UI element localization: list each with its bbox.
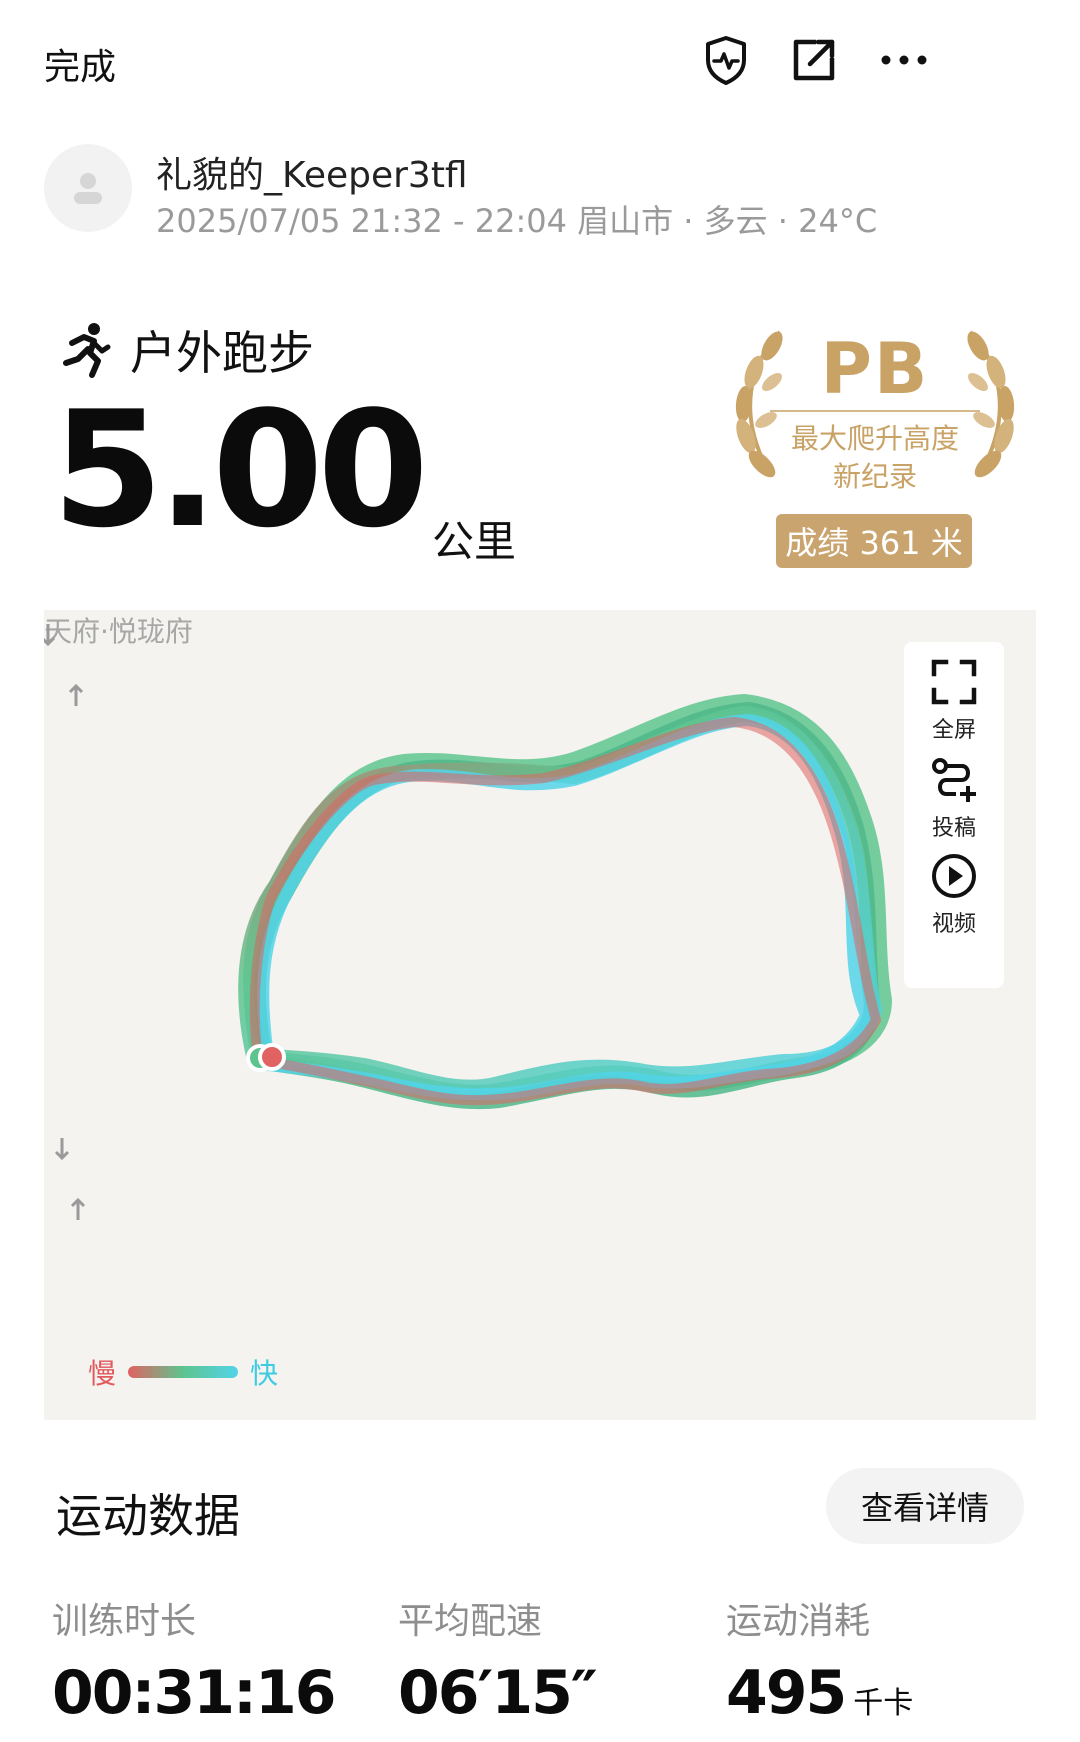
stat-value-text: 495 — [726, 1658, 847, 1728]
route-end-marker — [258, 1043, 286, 1071]
stats-section-title: 运动数据 — [56, 1489, 240, 1543]
stat-label: 训练时长 — [52, 1601, 197, 1642]
distance-unit: 公里 — [432, 517, 517, 566]
stat-unit: 千卡 — [853, 1686, 914, 1721]
video-button[interactable]: 视频 — [904, 850, 1004, 938]
user-name[interactable]: 礼貌的_Keeper3tfl — [156, 146, 468, 198]
legend-fast: 快 — [250, 1357, 279, 1390]
submit-route-label: 投稿 — [931, 816, 976, 841]
top-bar: 完成 — [0, 0, 1080, 120]
route-map[interactable]: 天府·悦珑府 全屏 投稿 视频 慢 快 — [44, 610, 1036, 1420]
pb-description: 最大爬升高度 新纪录 — [710, 420, 1040, 496]
pb-score: 成绩 361 米 — [776, 514, 972, 568]
shield-heartbeat-icon[interactable] — [694, 28, 758, 92]
stat-pace: 平均配速 06′15″ — [398, 1592, 598, 1728]
legend-gradient-bar — [128, 1366, 239, 1378]
sport-type-row: 户外跑步 — [58, 320, 314, 380]
pb-divider — [770, 410, 980, 412]
video-label: 视频 — [931, 912, 976, 937]
pb-desc-line1: 最大爬升高度 — [790, 422, 959, 455]
play-icon — [932, 854, 976, 898]
fullscreen-button[interactable]: 全屏 — [904, 656, 1004, 744]
route-add-icon — [932, 758, 976, 802]
running-icon — [63, 323, 111, 378]
pace-legend: 慢 快 — [88, 1352, 278, 1392]
map-arrows — [44, 624, 86, 1220]
map-toolbar: 全屏 投稿 视频 — [904, 642, 1004, 988]
stat-label: 运动消耗 — [726, 1601, 871, 1642]
user-info: 礼貌的_Keeper3tfl 2025/07/05 21:32 - 22:04 … — [44, 140, 1044, 240]
route-track — [44, 624, 892, 1220]
share-icon[interactable] — [782, 28, 846, 92]
stat-value-text: 06′15″ — [398, 1658, 598, 1728]
pb-badge[interactable]: PB 最大爬升高度 新纪录 成绩 361 米 — [710, 320, 1040, 570]
fullscreen-icon — [931, 659, 977, 705]
submit-route-button[interactable]: 投稿 — [904, 754, 1004, 842]
stat-value-text: 00:31:16 — [52, 1658, 336, 1728]
sport-type-label: 户外跑步 — [130, 326, 314, 380]
stat-value: 00:31:16 — [52, 1658, 336, 1728]
more-icon[interactable] — [872, 28, 936, 92]
legend-slow: 慢 — [88, 1357, 117, 1390]
stat-calories: 运动消耗 495 千卡 — [726, 1592, 913, 1728]
stat-value: 06′15″ — [398, 1658, 598, 1728]
done-button[interactable]: 完成 — [44, 38, 116, 90]
view-details-button[interactable]: 查看详情 — [826, 1468, 1024, 1544]
fullscreen-label: 全屏 — [931, 718, 976, 743]
avatar[interactable] — [44, 144, 132, 232]
activity-meta: 2025/07/05 21:32 - 22:04 眉山市 · 多云 · 24°C — [156, 202, 878, 240]
pb-desc-line2: 新纪录 — [832, 460, 917, 493]
distance-value: 5.00 — [52, 376, 429, 563]
stat-duration: 训练时长 00:31:16 — [52, 1592, 336, 1728]
stat-label: 平均配速 — [398, 1601, 543, 1642]
pb-title: PB — [820, 328, 930, 410]
user-placeholder-icon — [74, 173, 102, 204]
stat-value: 495 千卡 — [726, 1658, 913, 1728]
